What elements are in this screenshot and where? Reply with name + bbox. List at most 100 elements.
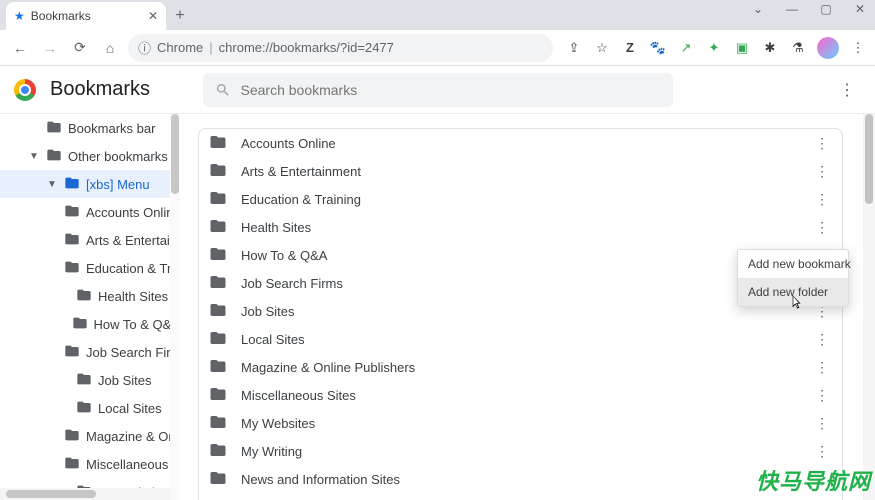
close-window-icon[interactable]: ✕: [851, 2, 869, 16]
row-menu-button[interactable]: ⋮: [812, 357, 832, 377]
folder-icon: [209, 469, 227, 490]
star-icon[interactable]: ☆: [593, 39, 611, 57]
folder-icon: [209, 441, 227, 462]
sidebar-horizontal-scrollbar[interactable]: [0, 488, 170, 500]
back-button[interactable]: ←: [8, 36, 32, 60]
extensions-icon[interactable]: ✱: [761, 39, 779, 57]
sidebar-item-label: Education & Training: [86, 261, 180, 276]
sidebar-item-label: How To & Q&A: [94, 317, 180, 332]
sidebar-item-label: Health Sites: [98, 289, 168, 304]
scrollbar-thumb[interactable]: [171, 114, 179, 194]
extension-arrow-icon[interactable]: ↗: [677, 39, 695, 57]
row-menu-button[interactable]: ⋮: [812, 329, 832, 349]
search-bookmarks-field[interactable]: [203, 73, 673, 107]
bookmark-folder-row[interactable]: Arts & Entertainment ⋮: [199, 157, 842, 185]
labs-icon[interactable]: ⚗: [789, 39, 807, 57]
extension-square-icon[interactable]: ▣: [733, 39, 751, 57]
search-icon: [215, 82, 231, 98]
folder-icon: [64, 259, 80, 278]
bookmark-folder-row[interactable]: Local Sites⋮: [199, 325, 842, 353]
watermark-text: 快马导航网: [756, 464, 871, 496]
folder-icon: [72, 315, 88, 334]
search-input[interactable]: [241, 82, 661, 98]
folder-label: Accounts Online: [241, 136, 798, 151]
row-menu-button[interactable]: ⋮: [812, 413, 832, 433]
scrollbar-thumb[interactable]: [6, 490, 96, 498]
row-menu-button[interactable]: ⋮: [812, 189, 832, 209]
folder-icon: [64, 343, 80, 362]
sidebar-item-label: Magazine & Online P: [86, 429, 180, 444]
sidebar-item[interactable]: Accounts Online: [0, 198, 180, 226]
folder-label: Arts & Entertainment: [241, 164, 798, 179]
folder-label: Education & Training: [241, 192, 798, 207]
site-info-icon[interactable]: ⓘ: [138, 38, 151, 57]
bookmark-folder-row[interactable]: My Websites⋮: [199, 409, 842, 437]
close-tab-icon[interactable]: ✕: [148, 9, 158, 23]
context-menu-item[interactable]: Add new bookmark: [738, 250, 848, 278]
new-tab-button[interactable]: +: [166, 2, 194, 30]
row-menu-button[interactable]: ⋮: [812, 385, 832, 405]
bookmark-folder-row[interactable]: News and Information Sites⋮: [199, 465, 842, 493]
bookmark-folder-row[interactable]: My Writing ⋮: [199, 437, 842, 465]
sidebar-item-label: Job Sites: [98, 373, 151, 388]
row-menu-button[interactable]: ⋮: [812, 441, 832, 461]
sidebar-item[interactable]: Education & Training: [0, 254, 180, 282]
sidebar-item[interactable]: Health Sites: [0, 282, 180, 310]
bookmark-folder-row[interactable]: Reference Sites⋮: [199, 493, 842, 500]
folder-icon: [76, 399, 92, 418]
browser-toolbar: ← → ⟳ ⌂ ⓘ Chrome | chrome://bookmarks/?i…: [0, 30, 875, 66]
folder-icon: [209, 385, 227, 406]
row-menu-button[interactable]: ⋮: [812, 133, 832, 153]
scrollbar-thumb[interactable]: [865, 114, 873, 204]
bookmark-folder-row[interactable]: Health Sites⋮: [199, 213, 842, 241]
home-button[interactable]: ⌂: [98, 36, 122, 60]
sidebar-item[interactable]: Local Sites: [0, 394, 180, 422]
bookmark-folder-row[interactable]: Education & Training ⋮: [199, 185, 842, 213]
maximize-icon[interactable]: ▢: [817, 2, 835, 16]
extension-z-icon[interactable]: Z: [621, 39, 639, 57]
bookmark-star-icon: ★: [14, 9, 25, 23]
sidebar-item-label: Bookmarks bar: [68, 121, 155, 136]
profile-avatar[interactable]: [817, 37, 839, 59]
sidebar-item[interactable]: How To & Q&A: [0, 310, 180, 338]
sidebar-item[interactable]: Bookmarks bar: [0, 114, 180, 142]
sidebar-item[interactable]: Job Sites: [0, 366, 180, 394]
browser-menu-icon[interactable]: ⋮: [849, 39, 867, 57]
sidebar-item-label: Local Sites: [98, 401, 162, 416]
folder-icon: [64, 455, 80, 474]
chevron-down-icon[interactable]: ▼: [46, 179, 58, 190]
share-icon[interactable]: ⇪: [565, 39, 583, 57]
folder-icon: [46, 119, 62, 138]
sidebar-item[interactable]: Miscellaneous Sites: [0, 450, 180, 478]
browser-tab[interactable]: ★ Bookmarks ✕: [6, 2, 166, 30]
extension-puzzle-icon[interactable]: ✦: [705, 39, 723, 57]
forward-button[interactable]: →: [38, 36, 62, 60]
url-text: chrome://bookmarks/?id=2477: [219, 40, 394, 55]
bookmark-folder-row[interactable]: Accounts Online ⋮: [199, 129, 842, 157]
sidebar-scrollbar[interactable]: [170, 114, 180, 500]
folder-label: My Writing: [241, 444, 798, 459]
row-menu-button[interactable]: ⋮: [812, 161, 832, 181]
sidebar-item[interactable]: Job Search Firms: [0, 338, 180, 366]
bookmark-folder-row[interactable]: Magazine & Online Publishers⋮: [199, 353, 842, 381]
sidebar-item[interactable]: ▼Other bookmarks: [0, 142, 180, 170]
folder-label: Job Sites: [241, 304, 798, 319]
sidebar-item[interactable]: Arts & Entertainment: [0, 226, 180, 254]
bookmarks-menu-button[interactable]: ⋮: [833, 76, 861, 104]
folder-icon: [209, 189, 227, 210]
chevron-down-icon[interactable]: ⌄: [749, 2, 767, 16]
main-scrollbar[interactable]: [863, 114, 875, 500]
extension-paw-icon[interactable]: 🐾: [649, 39, 667, 57]
folder-icon: [209, 497, 227, 500]
minimize-icon[interactable]: —: [783, 2, 801, 16]
folder-icon: [209, 301, 227, 322]
sidebar-item-label: Job Search Firms: [86, 345, 180, 360]
sidebar-item[interactable]: Magazine & Online P: [0, 422, 180, 450]
address-bar[interactable]: ⓘ Chrome | chrome://bookmarks/?id=2477: [128, 34, 553, 62]
folder-icon: [64, 427, 80, 446]
reload-button[interactable]: ⟳: [68, 36, 92, 60]
sidebar-item[interactable]: ▼[xbs] Menu: [0, 170, 180, 198]
row-menu-button[interactable]: ⋮: [812, 217, 832, 237]
bookmark-folder-row[interactable]: Miscellaneous Sites⋮: [199, 381, 842, 409]
chevron-down-icon[interactable]: ▼: [28, 151, 40, 162]
